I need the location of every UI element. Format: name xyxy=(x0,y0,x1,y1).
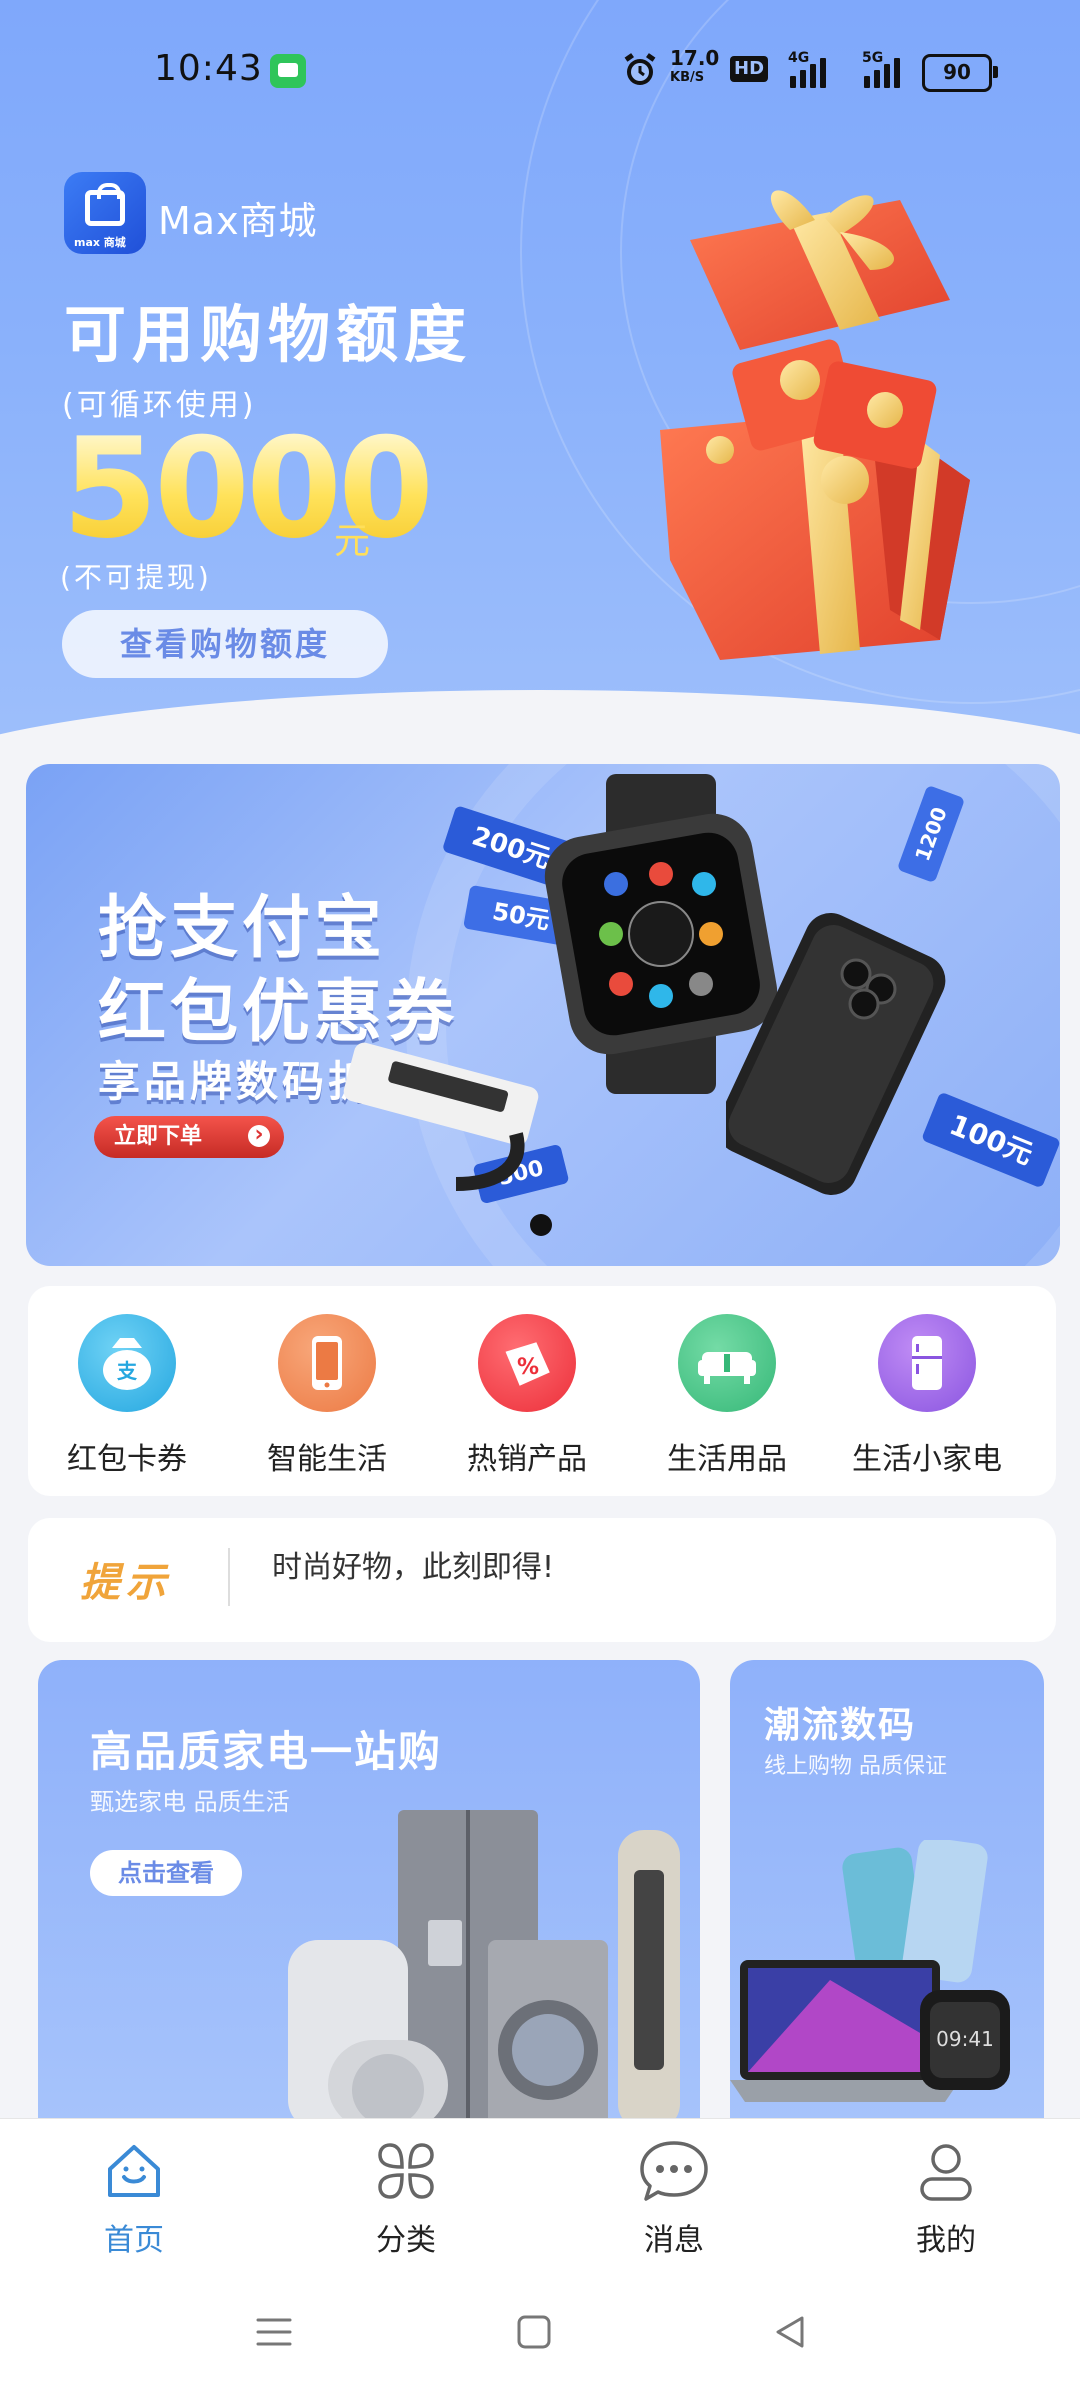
tab-label: 消息 xyxy=(644,2223,704,2258)
bottom-tab-bar: 首页 分类 消息 我的 xyxy=(0,2118,1080,2269)
category-item-hot-products[interactable]: % 热销产品 xyxy=(442,1314,612,1478)
category-label: 生活小家电 xyxy=(852,1442,1002,1477)
svg-text:%: % xyxy=(517,1355,539,1380)
notice-message: 时尚好物，此刻即得! xyxy=(272,1550,555,1585)
home-square-icon[interactable] xyxy=(514,2312,554,2352)
banner-pagination-dot[interactable] xyxy=(530,1214,552,1236)
network-speed: 17.0 KB/S xyxy=(670,48,719,88)
charger-cable-image xyxy=(343,1042,539,1191)
notice-label: 提示 xyxy=(80,1560,172,1606)
category-menu: 支 红包卡券 智能生活 % 热销产品 生活用品 生活小家电 xyxy=(28,1286,1056,1496)
app-logo: max 商城 xyxy=(64,172,146,254)
view-credit-button[interactable]: 查看购物额度 xyxy=(62,610,388,678)
gift-box-illustration xyxy=(660,190,970,660)
category-item-smart-life[interactable]: 智能生活 xyxy=(242,1314,412,1478)
tab-label: 分类 xyxy=(376,2223,436,2258)
system-navigation-bar xyxy=(0,2268,1080,2400)
user-icon xyxy=(920,2144,972,2201)
message-notification-icon xyxy=(270,54,306,88)
tab-label: 首页 xyxy=(104,2223,164,2258)
status-time: 10:43 xyxy=(154,48,263,89)
credit-amount: 5000 xyxy=(62,408,434,569)
credit-note: (不可提现) xyxy=(60,561,212,594)
notice-bar[interactable]: 提示 时尚好物，此刻即得! xyxy=(28,1518,1056,1642)
category-grid-icon xyxy=(378,2143,434,2199)
discount-tag-icon: % xyxy=(478,1314,576,1412)
category-item-small-appliances[interactable]: 生活小家电 xyxy=(842,1314,1012,1478)
shopping-bag-icon xyxy=(85,183,125,226)
tab-home[interactable]: 首页 xyxy=(54,2139,214,2259)
sofa-icon xyxy=(678,1314,776,1412)
logo-text: max 商城 xyxy=(74,236,126,249)
promo-subtitle: 甄选家电 品质生活 xyxy=(90,1788,290,1816)
menu-icon[interactable] xyxy=(254,2312,294,2352)
home-appliances-image xyxy=(288,1810,680,2120)
category-label: 热销产品 xyxy=(467,1442,587,1477)
order-now-button[interactable]: 立即下单 xyxy=(94,1116,284,1158)
credit-title: 可用购物额度 xyxy=(64,298,473,371)
back-icon[interactable] xyxy=(770,2312,810,2352)
message-bubble-icon xyxy=(640,2141,708,2201)
home-icon xyxy=(108,2145,160,2197)
battery-icon: 90 xyxy=(922,54,998,92)
money-bag-icon: 支 xyxy=(78,1314,176,1412)
svg-text:09:41: 09:41 xyxy=(936,2027,994,2051)
category-label: 红包卡券 xyxy=(67,1442,187,1477)
category-item-red-packet[interactable]: 支 红包卡券 xyxy=(42,1314,212,1478)
signal-4g-icon xyxy=(790,54,834,88)
brand-name: Max商城 xyxy=(158,199,318,243)
tab-messages[interactable]: 消息 xyxy=(594,2139,754,2259)
category-item-daily-goods[interactable]: 生活用品 xyxy=(642,1314,812,1478)
digital-devices-image: 09:41 xyxy=(730,1840,1010,2102)
hd-badge: HD xyxy=(730,56,769,82)
promo-subtitle: 线上购物 品质保证 xyxy=(764,1754,947,1779)
smartphone-icon xyxy=(278,1314,376,1412)
svg-text:支: 支 xyxy=(117,1359,138,1383)
tab-profile[interactable]: 我的 xyxy=(866,2139,1026,2259)
signal-5g-icon xyxy=(864,54,908,88)
view-appliances-button[interactable]: 点击查看 xyxy=(90,1850,242,1896)
promo-card-appliances[interactable]: 高品质家电一站购 甄选家电 品质生活 点击查看 xyxy=(38,1660,700,2120)
promo-title: 高品质家电一站购 xyxy=(90,1727,443,1776)
alarm-icon xyxy=(624,53,656,85)
status-bar: 10:43 17.0 KB/S HD 4G 5G 90 xyxy=(0,0,1080,140)
credit-unit: 元 xyxy=(334,521,371,562)
smartphone-image xyxy=(726,913,946,1195)
network-speed-unit: KB/S xyxy=(670,70,705,85)
promo-card-digital[interactable]: 潮流数码 线上购物 品质保证 09:41 xyxy=(730,1660,1044,2120)
promo-title: 潮流数码 xyxy=(764,1705,917,1746)
tab-category[interactable]: 分类 xyxy=(326,2139,486,2259)
network-speed-value: 17.0 xyxy=(670,46,720,70)
tab-label: 我的 xyxy=(916,2223,976,2258)
category-label: 生活用品 xyxy=(667,1442,787,1477)
promo-banner[interactable]: 抢支付宝 红包优惠券 享品牌数码折扣 立即下单 200元 50元 100元 50… xyxy=(26,764,1060,1266)
fridge-icon xyxy=(878,1314,976,1412)
category-label: 智能生活 xyxy=(267,1442,387,1477)
notice-divider xyxy=(228,1548,230,1606)
